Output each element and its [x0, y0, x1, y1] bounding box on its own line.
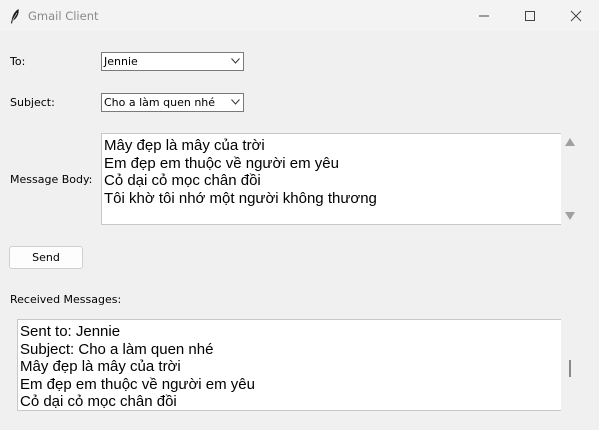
received-scrollbar-thumb[interactable]: [569, 360, 571, 377]
received-line: Em đẹp em thuộc về người em yêu: [20, 375, 255, 393]
message-body-line: Em đẹp em thuộc về người em yêu: [104, 154, 339, 172]
send-button[interactable]: Send: [9, 246, 83, 269]
maximize-button[interactable]: [507, 0, 553, 31]
chevron-down-icon[interactable]: [231, 58, 240, 64]
message-body-line: Cỏ dại cỏ mọc chân đồi: [104, 172, 261, 189]
minimize-button[interactable]: [461, 0, 507, 31]
message-body-line: Mây đẹp là mây của trời: [104, 137, 265, 154]
window-title: Gmail Client: [28, 9, 99, 23]
received-messages-textarea[interactable]: Sent to: Jennie Subject: Cho a làm quen …: [17, 319, 561, 411]
minimize-icon: [479, 15, 489, 16]
subject-value: Cho a làm quen nhé: [104, 96, 216, 109]
received-line: Cỏ dại cỏ mọc chân đồi: [20, 393, 177, 410]
send-button-label: Send: [32, 251, 60, 264]
subject-label: Subject:: [10, 96, 55, 109]
close-icon: [570, 10, 582, 21]
close-button[interactable]: [553, 0, 599, 31]
title-bar[interactable]: Gmail Client: [0, 0, 599, 31]
scroll-up-icon[interactable]: [565, 138, 575, 146]
chevron-down-icon[interactable]: [231, 99, 240, 105]
maximize-icon: [525, 10, 535, 21]
received-messages-label: Received Messages:: [10, 293, 122, 306]
subject-combobox[interactable]: Cho a làm quen nhé: [101, 93, 244, 112]
message-body-textarea[interactable]: Mây đẹp là mây của trời Em đẹp em thuộc …: [101, 133, 561, 225]
received-line: Mây đẹp là mây của trời: [20, 358, 181, 375]
message-body-line: Tôi khờ tôi nhớ một người không thương: [104, 189, 377, 207]
to-value: Jennie: [104, 55, 138, 68]
received-line: Sent to: Jennie: [20, 323, 121, 340]
to-combobox[interactable]: Jennie: [101, 52, 244, 71]
message-body-label: Message Body:: [10, 173, 93, 186]
received-line: Subject: Cho a làm quen nhé: [20, 340, 214, 358]
feather-icon: [10, 9, 19, 24]
to-label: To:: [10, 55, 26, 68]
scroll-down-icon[interactable]: [565, 212, 575, 220]
